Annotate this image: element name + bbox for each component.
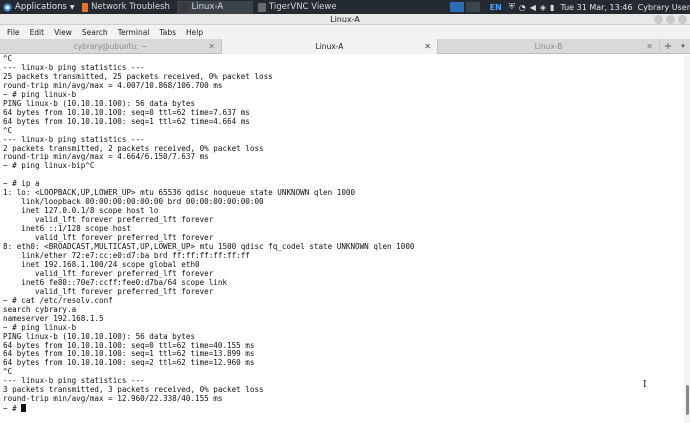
mouse-logo-icon xyxy=(3,2,12,12)
menu-terminal[interactable]: Terminal xyxy=(113,28,155,37)
close-tab-icon[interactable]: ✕ xyxy=(208,42,215,51)
menu-tabs[interactable]: Tabs xyxy=(154,28,181,37)
system-tray: EN ⛨ ◔ ◀ ◈ ▮ Tue 31 Mar, 13:46 Cybrary U… xyxy=(486,2,690,12)
maximize-icon[interactable] xyxy=(666,15,675,24)
tab-linux-a[interactable]: Linux-A ✕ xyxy=(222,39,438,54)
workspace-2[interactable] xyxy=(465,2,480,12)
close-tab-icon[interactable]: ✕ xyxy=(646,42,653,51)
volume-icon[interactable]: ◀ xyxy=(530,3,536,12)
menu-search[interactable]: Search xyxy=(77,28,113,37)
app-icon xyxy=(81,2,89,12)
tab-label: Linux-B xyxy=(534,42,563,51)
clock[interactable]: Tue 31 Mar, 13:46 xyxy=(560,3,632,12)
terminal-cursor xyxy=(21,404,27,413)
minimize-icon[interactable] xyxy=(654,15,663,24)
taskbar-item-label: Network Troubleshootin... xyxy=(91,2,170,12)
menu-help[interactable]: Help xyxy=(181,28,208,37)
top-panel: Applications ▼ Network Troubleshootin...… xyxy=(0,0,690,14)
caret-down-icon: ▼ xyxy=(69,3,75,11)
menu-file[interactable]: File xyxy=(2,28,25,37)
terminal-text: ^C --- linux-b ping statistics --- 25 pa… xyxy=(3,55,415,414)
workspace-1[interactable] xyxy=(449,2,464,12)
scrollbar-thumb[interactable] xyxy=(686,385,689,415)
bell-icon[interactable]: ◈ xyxy=(540,3,546,12)
tab-linux-b[interactable]: Linux-B ✕ xyxy=(438,39,660,54)
window-title: Linux-A xyxy=(330,14,360,24)
tab-label: Linux-A xyxy=(315,42,344,51)
applications-label: Applications xyxy=(15,2,67,12)
taskbar-item[interactable]: Network Troubleshootin... xyxy=(79,1,175,14)
close-tab-icon[interactable]: ✕ xyxy=(424,42,431,51)
taskbar-item[interactable]: TigerVNC Viewer xyxy=(255,1,341,14)
user-menu[interactable]: Cybrary User xyxy=(638,3,690,12)
menu-bar: File Edit View Search Terminal Tabs Help xyxy=(0,25,690,39)
tab-label: cybrary@ubuntu: ~ xyxy=(73,42,148,51)
shield-icon[interactable]: ⛨ xyxy=(509,2,515,12)
menu-view[interactable]: View xyxy=(49,28,77,37)
taskbar-item-label: Linux-A xyxy=(191,2,224,12)
wifi-icon[interactable]: ◔ xyxy=(519,3,526,12)
tab-cybrary-ubuntu[interactable]: cybrary@ubuntu: ~ ✕ xyxy=(0,39,222,54)
battery-icon[interactable]: ▮ xyxy=(550,3,554,12)
taskbar-item-label: TigerVNC Viewer xyxy=(268,2,336,12)
text-cursor-pointer-icon: I xyxy=(643,380,647,390)
close-icon[interactable] xyxy=(678,15,687,24)
tab-list-chevron-icon[interactable]: ▾ xyxy=(676,39,690,53)
app-icon xyxy=(257,2,266,12)
terminal-output[interactable]: ^C --- linux-b ping statistics --- 25 pa… xyxy=(0,55,684,423)
applications-menu[interactable]: Applications ▼ xyxy=(0,0,79,14)
menu-edit[interactable]: Edit xyxy=(25,28,50,37)
terminal-scrollbar[interactable] xyxy=(684,55,690,423)
app-icon xyxy=(179,2,189,12)
workspace-switcher[interactable] xyxy=(448,2,480,12)
window-titlebar[interactable]: Linux-A xyxy=(0,14,690,25)
taskbar-item[interactable]: Linux-A xyxy=(176,0,253,14)
prompt: ~ # xyxy=(3,404,22,414)
keyboard-layout[interactable]: EN xyxy=(490,3,502,12)
new-tab-button[interactable]: + xyxy=(660,39,676,53)
tab-bar: cybrary@ubuntu: ~ ✕ Linux-A ✕ Linux-B ✕ … xyxy=(0,39,690,54)
